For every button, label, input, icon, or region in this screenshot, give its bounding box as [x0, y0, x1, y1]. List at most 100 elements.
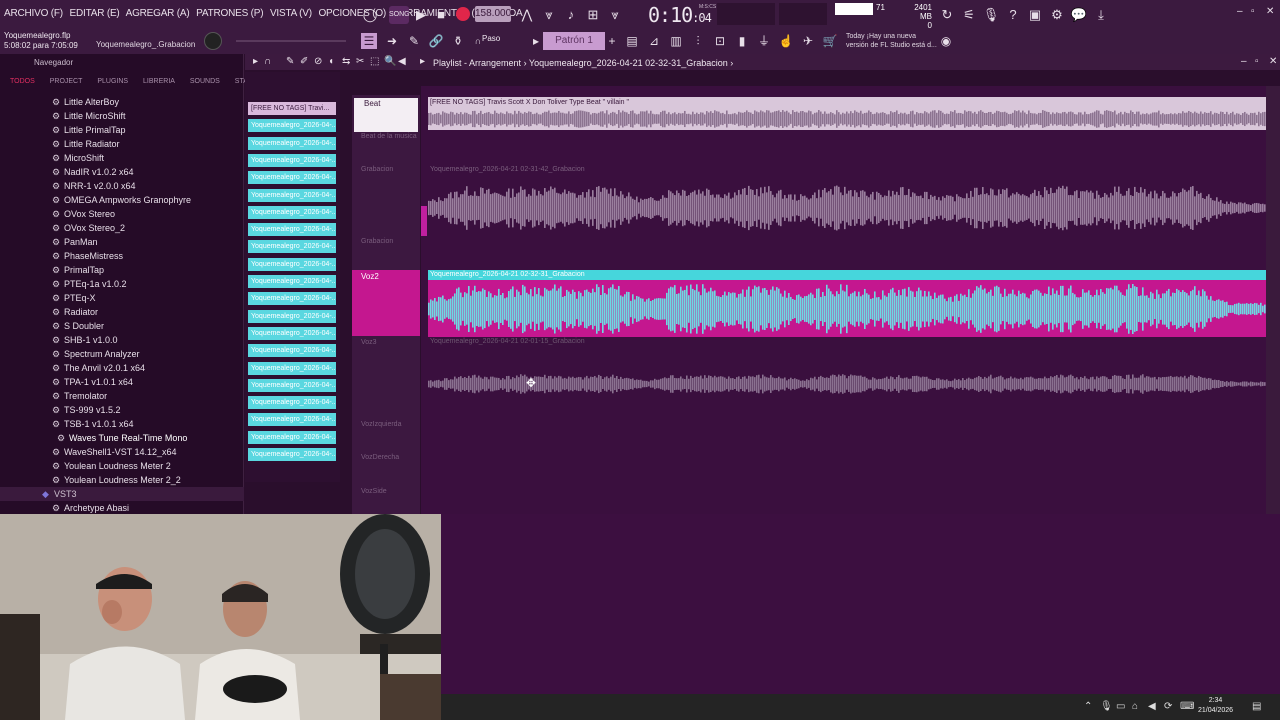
zoom-icon[interactable]: 🔍 [384, 56, 396, 67]
channel-item[interactable]: Yoquemealegro_2026-04-... [248, 309, 336, 323]
globe-icon[interactable]: ◉ [938, 33, 954, 49]
maximize-icon[interactable]: ▫ [1251, 6, 1255, 17]
menu-archivo[interactable]: ARCHIVO (F) [4, 8, 63, 19]
save-icon[interactable]: ▣ [1026, 6, 1044, 24]
news-panel[interactable]: Today ¡Hay una nueva versión de FL Studi… [846, 32, 937, 50]
help-icon[interactable]: ? [1004, 6, 1022, 24]
browser-item[interactable]: ⚙ PrimalTap [0, 263, 244, 277]
channel-item[interactable]: Yoquemealegro_2026-04-... [248, 361, 336, 375]
tray-up-icon[interactable]: ⌃ [1084, 701, 1092, 712]
download-icon[interactable]: ⤓ [1092, 6, 1110, 24]
browser-item[interactable]: ⚙ WaveShell1-VST 14.12_x64 [0, 445, 244, 459]
browser-item[interactable]: ⚙ The Anvil v2.0.1 x64 [0, 361, 244, 375]
tray-display-icon[interactable]: ▭ [1116, 701, 1125, 712]
browser-item[interactable]: ⚙ NadIR v1.0.2 x64 [0, 165, 244, 179]
browser-item[interactable]: ⚙ TSB-1 v1.0.1 x64 [0, 417, 244, 431]
browser-icon[interactable]: ⊡ [712, 33, 728, 49]
slice-icon[interactable]: ✂ [356, 56, 364, 67]
track-header-beat[interactable]: Beat [354, 98, 418, 132]
play-arrow-icon[interactable]: ▸ [420, 56, 425, 67]
undo-icon[interactable]: ↻ [938, 6, 956, 24]
track-header-vozizquierda[interactable]: VozIzquierda [352, 421, 420, 428]
track-header-vozderecha[interactable]: VozDerecha [352, 454, 420, 461]
channel-item[interactable]: Yoquemealegro_2026-04-... [248, 188, 336, 202]
track-header-grabacion[interactable]: Grabacion [352, 166, 420, 173]
browser-item[interactable]: ⚙ PTEq-X [0, 291, 244, 305]
pattern-arrow-icon[interactable]: ▸ [528, 33, 544, 49]
channel-item[interactable]: Yoquemealegro_2026-04-... [248, 378, 336, 392]
snap-label[interactable]: Paso [482, 34, 500, 43]
close-icon[interactable]: ✕ [1269, 56, 1277, 67]
microphone-icon[interactable]: 🎙 [982, 6, 1000, 24]
arrow-right-icon[interactable]: ▸ [253, 56, 258, 67]
playlist-scrollbar[interactable] [1266, 86, 1280, 514]
minimize-icon[interactable]: – [1237, 6, 1243, 17]
browser-item[interactable]: ⚙ NRR-1 v2.0.0 x64 [0, 179, 244, 193]
minimize-icon[interactable]: – [1241, 56, 1247, 67]
browser-item[interactable]: ⚙ Little PrimalTap [0, 123, 244, 137]
stop-icon[interactable]: ■ [432, 6, 450, 24]
channel-item[interactable]: Yoquemealegro_2026-04-... [248, 257, 336, 271]
maximize-icon[interactable]: ▫ [1255, 56, 1259, 67]
browser-item[interactable]: ⚙ Little Radiator [0, 137, 244, 151]
stamp-icon[interactable]: ⚱ [450, 33, 466, 49]
countdown-icon[interactable]: ♪ [562, 6, 580, 24]
browser-item[interactable]: ⚙ Spectrum Analyzer [0, 347, 244, 361]
file-icon[interactable]: ▮ [734, 33, 750, 49]
browser-item[interactable]: ⚙ OMEGA Ampworks Granophyre [0, 193, 244, 207]
channel-item[interactable]: Yoquemealegro_2026-04-... [248, 448, 336, 461]
browser-item[interactable]: ⚙ OVox Stereo_2 [0, 221, 244, 235]
channel-item[interactable]: Yoquemealegro_2026-04-... [248, 205, 336, 219]
channel-item[interactable]: Yoquemealegro_2026-04-... [248, 413, 336, 427]
close-icon[interactable]: ✕ [1266, 6, 1274, 17]
channel-item[interactable]: Yoquemealegro_2026-04-... [248, 240, 336, 254]
browser-item[interactable]: ⚙ TPA-1 v1.0.1 x64 [0, 375, 244, 389]
speaker-icon[interactable]: ◀ [398, 56, 406, 67]
blend-notes-icon[interactable]: ⩔ [606, 6, 624, 24]
add-pattern-icon[interactable]: + [604, 33, 620, 49]
browser-item[interactable]: ⚙ PTEq-1a v1.0.2 [0, 277, 244, 291]
channel-item[interactable]: Yoquemealegro_2026-04-... [248, 171, 336, 185]
tab-libreria[interactable]: LIBRERIA [143, 78, 175, 85]
browser-item[interactable]: ⚙ SHB-1 v1.0.0 [0, 333, 244, 347]
wait-input-icon[interactable]: ⩔ [540, 6, 558, 24]
touch-icon[interactable]: ☝ [778, 33, 794, 49]
browser-item[interactable]: ◆ VST3 [0, 487, 244, 501]
metronome-icon[interactable]: ⋀ [518, 6, 536, 24]
step-edit-icon[interactable]: ⊞ [584, 6, 602, 24]
hint-circle-icon[interactable]: ◯ [361, 6, 379, 24]
browser-item[interactable]: ⚙ OVox Stereo [0, 207, 244, 221]
channel-item[interactable]: Yoquemealegro_2026-04-... [248, 326, 336, 340]
tray-mic-icon[interactable]: 🎙 [1100, 701, 1113, 712]
browser-item[interactable]: ⚙ PhaseMistress [0, 249, 244, 263]
tab-sounds[interactable]: SOUNDS [190, 78, 220, 85]
mixer-view-icon[interactable]: ⫶ [690, 33, 706, 49]
snap-menu-icon[interactable]: ☰ [361, 33, 377, 49]
channel-item[interactable]: Yoquemealegro_2026-04-... [248, 153, 336, 167]
song-mode-icon[interactable]: SONG [389, 6, 410, 24]
channel-rack-icon[interactable]: ▥ [668, 33, 684, 49]
tray-volume-icon[interactable]: ◀ [1148, 701, 1156, 712]
brush-icon[interactable]: ✐ [300, 56, 308, 67]
master-pitch-slider[interactable] [236, 40, 346, 42]
playlist-icon[interactable]: ▤ [624, 33, 640, 49]
arrow-right-icon[interactable]: ➜ [384, 33, 400, 49]
channel-beat[interactable]: [FREE NO TAGS] Travi... [248, 102, 336, 115]
browser-item[interactable]: ⚙ TS-999 v1.5.2 [0, 403, 244, 417]
browser-item[interactable]: ⚙ Little AlterBoy [0, 95, 244, 109]
mixer-icon[interactable]: ⚟ [960, 6, 978, 24]
browser-item[interactable]: ⚙ PanMan [0, 235, 244, 249]
tray-sync-icon[interactable]: ⟳ [1164, 701, 1172, 712]
browser-item[interactable]: ⚙ Tremolator [0, 389, 244, 403]
system-clock[interactable]: 2:34 21/04/2026 [1198, 696, 1233, 716]
tab-plugins[interactable]: PLUGINS [97, 78, 128, 85]
delete-icon[interactable]: ⊘ [314, 56, 322, 67]
browser-item[interactable]: ⚙ Youlean Loudness Meter 2 [0, 459, 244, 473]
record-button[interactable] [456, 7, 470, 21]
track-header-vozside[interactable]: VozSide [352, 488, 420, 495]
browser-item[interactable]: ⚙ S Doubler [0, 319, 244, 333]
channel-item[interactable]: Yoquemealegro_2026-04-... [248, 136, 336, 150]
channel-item[interactable]: Yoquemealegro_2026-04-... [248, 292, 336, 306]
pencil-icon[interactable]: ✎ [406, 33, 422, 49]
tray-keyboard-icon[interactable]: ⌨ [1180, 701, 1194, 712]
